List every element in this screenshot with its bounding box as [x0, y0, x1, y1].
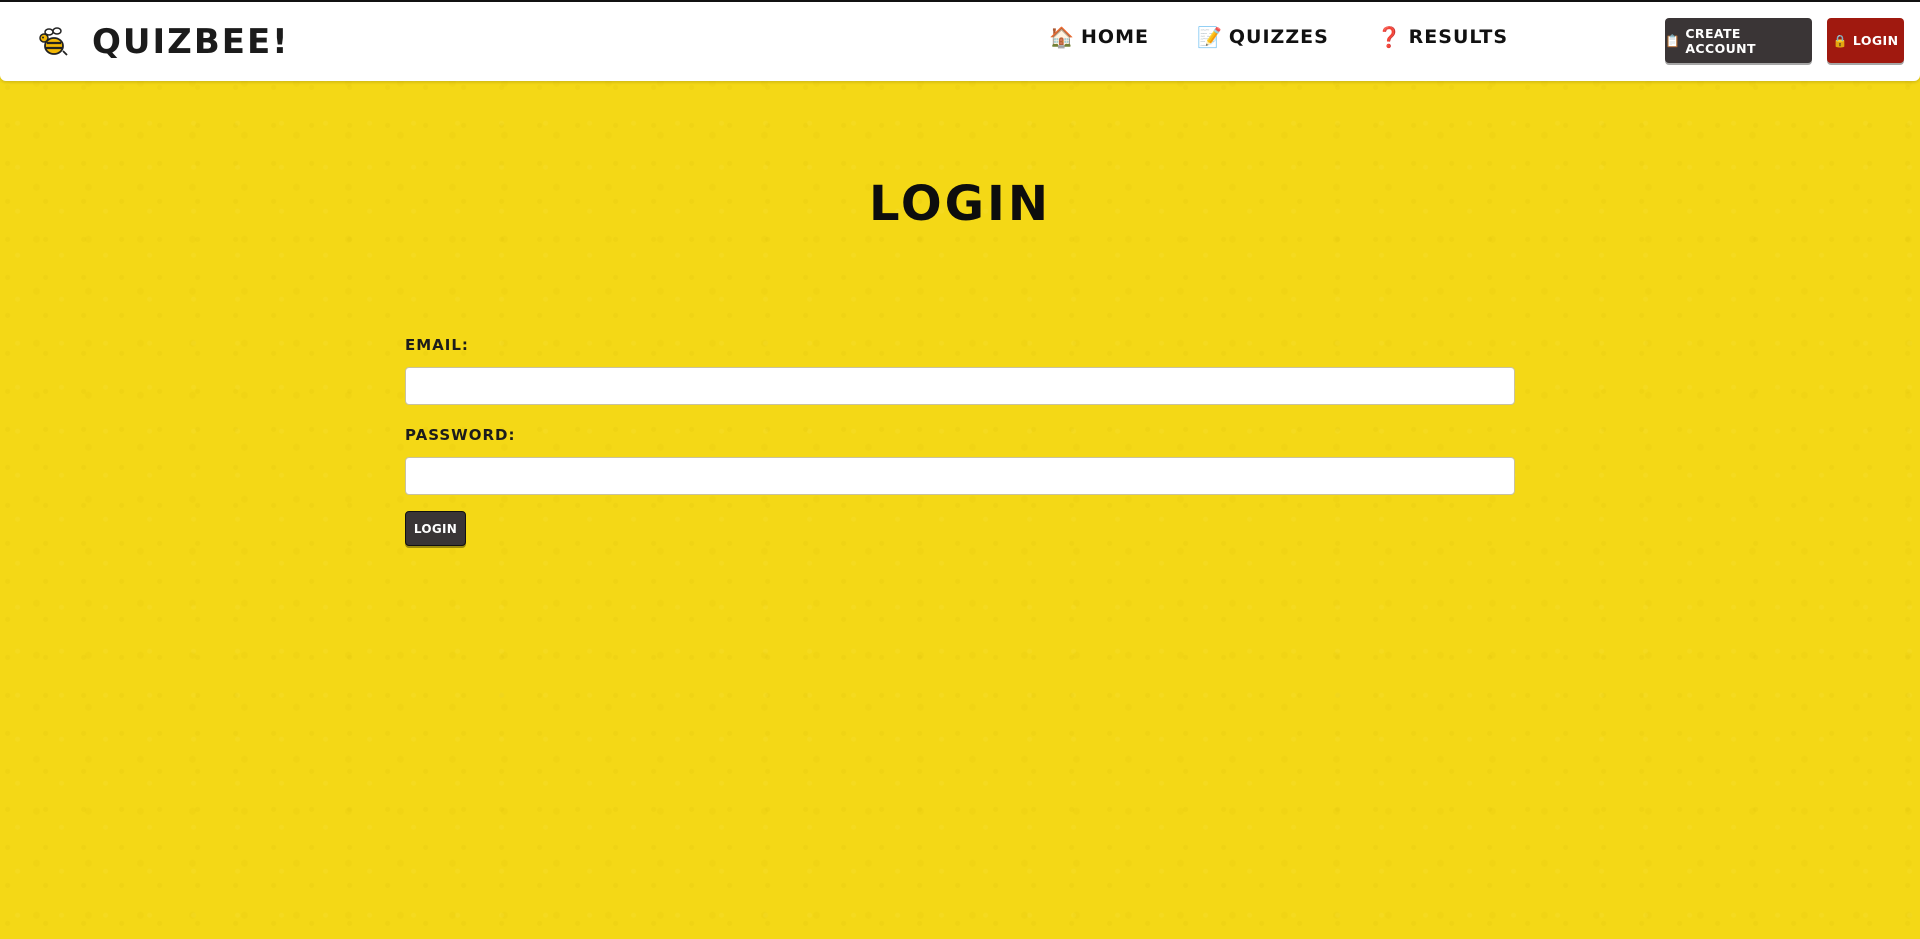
login-form: EMAIL: PASSWORD: LOGIN: [405, 334, 1515, 546]
clipboard-icon: 📋: [1665, 33, 1681, 48]
password-input[interactable]: [405, 457, 1515, 495]
memo-icon: 📝: [1196, 25, 1223, 49]
main-nav: 🏠 HOME 📝 QUIZZES ❓ RESULTS: [1049, 26, 1508, 48]
nav-results-label: RESULTS: [1408, 26, 1508, 48]
nav-home-label: HOME: [1081, 26, 1149, 48]
create-account-label: CREATE ACCOUNT: [1685, 25, 1756, 56]
create-account-button[interactable]: 📋 CREATE ACCOUNT: [1665, 18, 1812, 63]
nav-quizzes-label: QUIZZES: [1228, 26, 1329, 48]
email-input[interactable]: [405, 367, 1515, 405]
nav-results[interactable]: ❓ RESULTS: [1377, 26, 1508, 48]
nav-home[interactable]: 🏠 HOME: [1049, 26, 1149, 48]
header-login-button[interactable]: 🔒 LOGIN: [1827, 18, 1904, 63]
nav-quizzes[interactable]: 📝 QUIZZES: [1197, 26, 1329, 48]
email-label: EMAIL:: [405, 336, 469, 354]
login-submit-button[interactable]: LOGIN: [405, 511, 466, 546]
page-title: LOGIN: [868, 176, 1052, 232]
brand[interactable]: QUIZBEE!: [36, 18, 290, 66]
header-login-label: LOGIN: [1852, 33, 1899, 48]
house-icon: 🏠: [1049, 25, 1076, 49]
question-mark-icon: ❓: [1376, 25, 1403, 49]
bee-icon: [36, 24, 72, 60]
top-navbar: QUIZBEE! 🏠 HOME 📝 QUIZZES ❓ RESULTS 📋 CR…: [0, 0, 1920, 81]
brand-title: QUIZBEE!: [92, 22, 290, 62]
password-label: PASSWORD:: [405, 426, 516, 444]
lock-icon: 🔒: [1832, 33, 1848, 48]
